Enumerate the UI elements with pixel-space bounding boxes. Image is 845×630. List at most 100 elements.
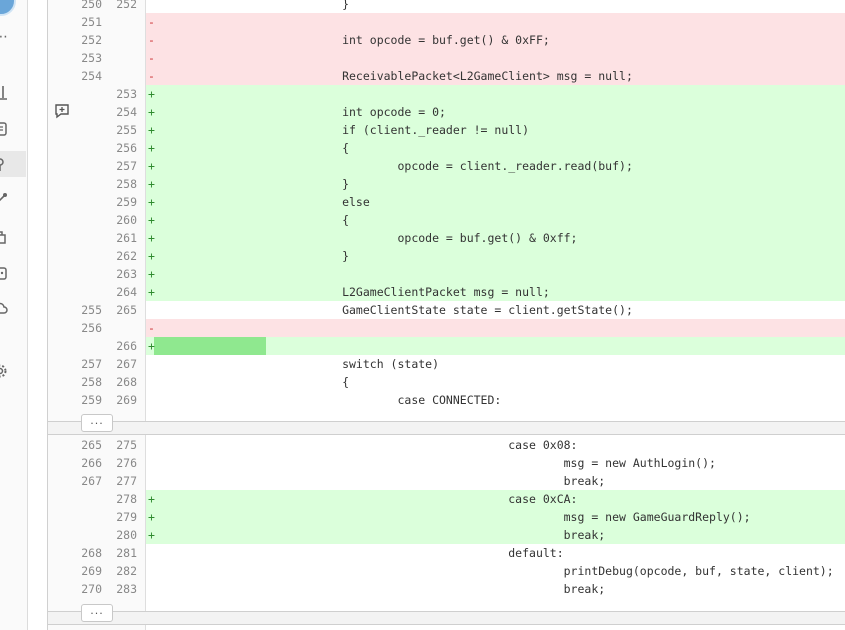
box-icon[interactable] — [0, 260, 26, 286]
diff-sign: + — [148, 492, 155, 506]
diff-line-removed[interactable]: 251 - — [48, 13, 845, 31]
diff-view: 250 252 } 251-252- int opcode = buf.get() … — [47, 0, 845, 630]
old-line-number[interactable]: 270 — [72, 580, 102, 598]
avatar[interactable] — [0, 0, 16, 16]
diff-line-context[interactable]: 259 269 case CONNECTED: — [48, 391, 845, 409]
diff-sign: + — [148, 339, 155, 353]
diff-line-removed[interactable]: 252 - int opcode = buf.get() & 0xFF; — [48, 31, 845, 49]
new-line-number[interactable]: 278 — [107, 490, 137, 508]
new-line-number[interactable]: 280 — [107, 526, 137, 544]
diff-line-context[interactable]: 255 265 GameClientState state = client.ge… — [48, 301, 845, 319]
old-line-number[interactable]: 256 — [72, 319, 102, 337]
old-line-number[interactable]: 269 — [72, 562, 102, 580]
pipeline-icon[interactable] — [0, 187, 26, 213]
old-line-number[interactable]: 251 — [72, 13, 102, 31]
new-line-number[interactable]: 281 — [107, 544, 137, 562]
gear-icon[interactable] — [0, 358, 26, 384]
diff-line-removed[interactable]: 253 - — [48, 49, 845, 67]
new-line-number[interactable]: 264 — [107, 283, 137, 301]
code-text: break; — [259, 474, 606, 488]
diff-line-removed[interactable]: 254 - ReceivablePacket<L2GameClient> msg … — [48, 67, 845, 85]
old-line-number[interactable]: 250 — [72, 0, 102, 13]
new-line-number[interactable]: 283 — [107, 580, 137, 598]
diff-line-removed[interactable]: 256 - — [48, 319, 845, 337]
new-line-number[interactable]: 275 — [107, 436, 137, 454]
new-line-number[interactable]: 253 — [107, 85, 137, 103]
diff-line-added[interactable]: 266 + — [48, 337, 845, 355]
chart-icon[interactable] — [0, 79, 26, 105]
old-line-number[interactable]: 253 — [72, 49, 102, 67]
old-line-number[interactable]: 259 — [72, 391, 102, 409]
new-line-number[interactable]: 262 — [107, 247, 137, 265]
diff-line-added[interactable]: 263 + — [48, 265, 845, 283]
package-icon[interactable] — [0, 224, 26, 250]
diff-line-added[interactable]: 278 + case 0xCA: — [48, 490, 845, 508]
new-line-number[interactable]: 254 — [107, 103, 137, 121]
diff-sign: + — [148, 141, 155, 155]
diff-line-added[interactable]: 279 + msg = new GameGuardReply(); — [48, 508, 845, 526]
diff-line-context[interactable]: 266 276 msg = new AuthLogin(); — [48, 454, 845, 472]
old-line-number[interactable]: 257 — [72, 355, 102, 373]
diff-line-added[interactable]: 255 + if (client._reader != null) — [48, 121, 845, 139]
diff-line-context[interactable]: 258 268 { — [48, 373, 845, 391]
diff-line-context[interactable]: 267 277 break; — [48, 472, 845, 490]
new-line-number[interactable]: 258 — [107, 175, 137, 193]
expand-lines-button[interactable]: ... — [81, 414, 113, 432]
document-icon[interactable] — [0, 116, 26, 142]
diff-sign: - — [148, 51, 155, 65]
diff-line-added[interactable]: 260 + { — [48, 211, 845, 229]
new-line-number[interactable]: 261 — [107, 229, 137, 247]
old-line-number[interactable]: 255 — [72, 301, 102, 319]
new-line-number[interactable]: 257 — [107, 157, 137, 175]
diff-line-added[interactable]: 253 + — [48, 85, 845, 103]
diff-line-added[interactable]: 258 + } — [48, 175, 845, 193]
code-text: } — [259, 177, 350, 191]
diff-line-context[interactable]: 265 275 case 0x08: — [48, 436, 845, 454]
new-line-number[interactable]: 277 — [107, 472, 137, 490]
diff-line-added[interactable]: 254 + int opcode = 0; — [48, 103, 845, 121]
cloud-icon[interactable] — [0, 296, 26, 322]
new-line-number[interactable]: 263 — [107, 265, 137, 283]
diff-line-context[interactable]: 257 267 switch (state) — [48, 355, 845, 373]
added-line-background — [146, 175, 845, 193]
new-line-number[interactable]: 255 — [107, 121, 137, 139]
added-line-background — [146, 193, 845, 211]
old-line-number[interactable]: 258 — [72, 373, 102, 391]
code-text: ReceivablePacket<L2GameClient> msg = nul… — [259, 69, 633, 83]
old-line-number[interactable]: 265 — [72, 436, 102, 454]
git-icon[interactable] — [0, 151, 26, 177]
diff-line-context[interactable]: 250 252 } — [48, 0, 845, 13]
new-line-number[interactable]: 265 — [107, 301, 137, 319]
new-line-number[interactable]: 260 — [107, 211, 137, 229]
diff-line-context[interactable]: 269 282 printDebug(opcode, buf, state, cl… — [48, 562, 845, 580]
new-line-number[interactable]: 268 — [107, 373, 137, 391]
code-text: break; — [259, 528, 606, 542]
diff-line-added[interactable]: 280 + break; — [48, 526, 845, 544]
diff-line-context[interactable]: 270 283 break; — [48, 580, 845, 598]
new-line-number[interactable]: 279 — [107, 508, 137, 526]
code-text: opcode = buf.get() & 0xff; — [259, 231, 578, 245]
new-line-number[interactable]: 266 — [107, 337, 137, 355]
old-line-number[interactable]: 267 — [72, 472, 102, 490]
diff-line-context[interactable]: 268 281 default: — [48, 544, 845, 562]
new-line-number[interactable]: 259 — [107, 193, 137, 211]
old-line-number[interactable]: 252 — [72, 31, 102, 49]
diff-sign: + — [148, 528, 155, 542]
more-icon[interactable]: ⋯ — [0, 24, 26, 50]
diff-line-added[interactable]: 262 + } — [48, 247, 845, 265]
diff-line-added[interactable]: 261 + opcode = buf.get() & 0xff; — [48, 229, 845, 247]
new-line-number[interactable]: 276 — [107, 454, 137, 472]
old-line-number[interactable]: 254 — [72, 67, 102, 85]
diff-line-added[interactable]: 256 + { — [48, 139, 845, 157]
old-line-number[interactable]: 268 — [72, 544, 102, 562]
new-line-number[interactable]: 282 — [107, 562, 137, 580]
old-line-number[interactable]: 266 — [72, 454, 102, 472]
new-line-number[interactable]: 267 — [107, 355, 137, 373]
diff-line-added[interactable]: 257 + opcode = client._reader.read(buf); — [48, 157, 845, 175]
new-line-number[interactable]: 269 — [107, 391, 137, 409]
diff-line-added[interactable]: 259 + else — [48, 193, 845, 211]
diff-line-added[interactable]: 264 + L2GameClientPacket msg = null; — [48, 283, 845, 301]
new-line-number[interactable]: 252 — [107, 0, 137, 13]
expand-lines-button[interactable]: ... — [81, 604, 113, 622]
new-line-number[interactable]: 256 — [107, 139, 137, 157]
